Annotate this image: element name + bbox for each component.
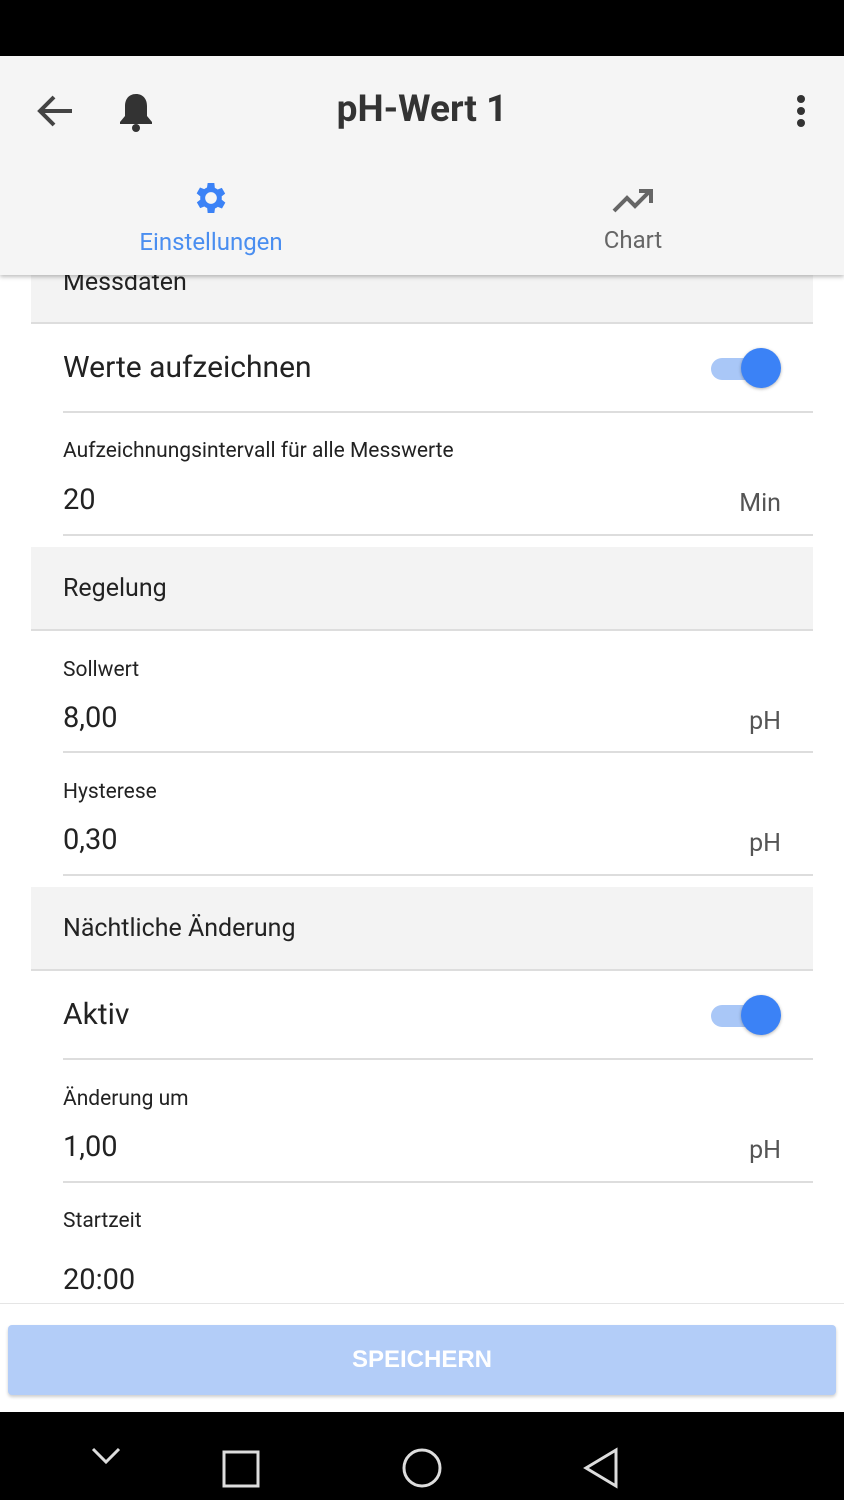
gear-icon — [196, 183, 226, 213]
home-circle-icon[interactable] — [401, 1447, 443, 1489]
back-triangle-icon[interactable] — [582, 1447, 620, 1489]
system-nav-bar — [0, 1412, 844, 1500]
field-value[interactable]: 20 — [63, 483, 96, 517]
interval-field[interactable]: Aufzeichnungsintervall für alle Messwert… — [63, 413, 813, 536]
field-value[interactable]: 8,00 — [63, 701, 118, 735]
chevron-down-icon[interactable] — [90, 1446, 122, 1466]
field-label: Sollwert — [63, 658, 140, 682]
field-value[interactable]: 1,00 — [63, 1130, 118, 1164]
field-value[interactable]: 0,30 — [63, 823, 118, 857]
field-unit: pH — [749, 707, 781, 736]
section-regelung: Regelung — [31, 547, 813, 631]
tab-einstellungen[interactable]: Einstellungen — [0, 178, 422, 256]
field-unit: Min — [739, 489, 781, 518]
more-vert-icon[interactable] — [794, 94, 808, 128]
field-unit: pH — [749, 1136, 781, 1165]
toggle-label: Werte aufzeichnen — [63, 350, 312, 385]
save-button[interactable]: SPEICHERN — [8, 1325, 836, 1395]
hysteresis-field[interactable]: Hysterese 0,30 pH — [63, 753, 813, 876]
section-messdaten: Messdaten — [31, 275, 813, 324]
field-label: Startzeit — [63, 1209, 142, 1233]
field-label: Hysterese — [63, 780, 157, 804]
section-title: Regelung — [63, 573, 167, 603]
field-value[interactable]: 20:00 — [63, 1263, 135, 1297]
trending-up-icon — [612, 189, 653, 213]
app-bar: pH-Wert 1 Einstellungen Chart — [0, 56, 844, 275]
section-title: Nächtliche Änderung — [63, 913, 296, 943]
active-toggle-row[interactable]: Aktiv — [63, 971, 813, 1060]
record-toggle-row[interactable]: Werte aufzeichnen — [63, 324, 813, 413]
field-label: Aufzeichnungsintervall für alle Messwert… — [63, 439, 454, 463]
section-nacht: Nächtliche Änderung — [31, 887, 813, 971]
status-bar — [0, 0, 844, 56]
setpoint-field[interactable]: Sollwert 8,00 pH — [63, 631, 813, 753]
page-title: pH-Wert 1 — [336, 88, 508, 131]
tab-label: Chart — [603, 226, 663, 254]
recents-square-icon[interactable] — [222, 1450, 260, 1488]
field-unit: pH — [749, 829, 781, 858]
field-label: Änderung um — [63, 1087, 189, 1111]
start-time-field[interactable]: Startzeit 20:00 — [63, 1183, 813, 1303]
record-switch[interactable] — [711, 348, 781, 388]
active-switch[interactable] — [711, 995, 781, 1035]
change-field[interactable]: Änderung um 1,00 pH — [63, 1060, 813, 1183]
tab-label: Einstellungen — [139, 228, 283, 256]
settings-list[interactable]: Messdaten Werte aufzeichnen Aufzeichnung… — [0, 275, 844, 1303]
toggle-label: Aktiv — [63, 997, 130, 1032]
section-title: Messdaten — [63, 275, 187, 297]
bottom-bar: SPEICHERN — [0, 1303, 844, 1412]
tab-chart[interactable]: Chart — [422, 186, 844, 254]
